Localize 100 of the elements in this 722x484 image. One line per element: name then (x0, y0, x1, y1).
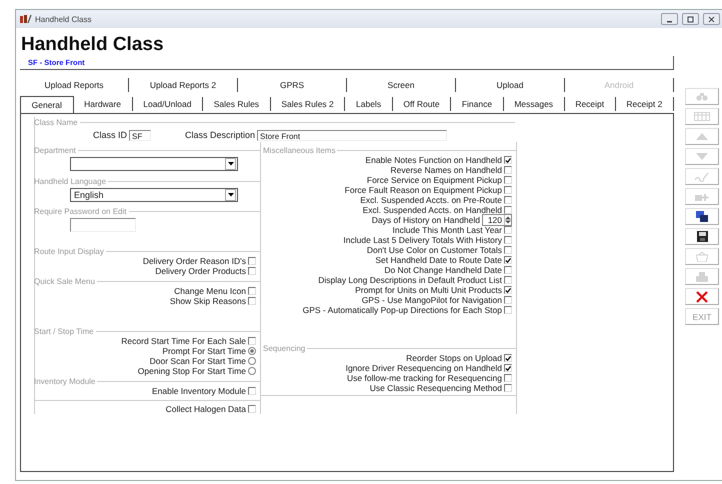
option-label: Door Scan For Start Time (150, 356, 246, 366)
tab[interactable]: GPRS (238, 78, 347, 92)
toolbar-button[interactable] (685, 208, 719, 225)
input-field[interactable]: SF (129, 130, 152, 140)
tab[interactable]: Hardware (74, 96, 133, 110)
checkbox[interactable] (504, 176, 512, 184)
radio-button[interactable] (248, 347, 256, 355)
tab[interactable]: General (20, 96, 74, 113)
toolbar-button[interactable] (685, 228, 719, 245)
group-title: Miscellaneous Items (263, 146, 336, 154)
checkbox[interactable] (248, 405, 256, 413)
checkbox[interactable] (248, 297, 256, 305)
close-button[interactable] (703, 13, 720, 25)
group-title: Handheld Language (34, 176, 108, 186)
dropdown[interactable]: English (70, 188, 238, 202)
printer-icon (696, 272, 708, 282)
input-field[interactable]: Store Front (257, 130, 448, 140)
option-label: Include Last 5 Delivery Totals With History (343, 235, 502, 245)
field-label: Class Description (185, 130, 256, 140)
checkbox[interactable] (504, 276, 512, 284)
number-spinner[interactable]: 120 (482, 214, 512, 226)
tab[interactable]: Upload Reports (20, 78, 129, 92)
checkbox[interactable] (504, 266, 512, 274)
checkbox[interactable] (504, 354, 512, 362)
checkbox[interactable] (504, 246, 512, 254)
checkbox[interactable] (504, 186, 512, 194)
tab[interactable]: Finance (451, 96, 504, 110)
option-label: Opening Stop For Start Time (138, 366, 246, 376)
minimize-button[interactable] (661, 13, 678, 25)
checkbox[interactable] (504, 226, 512, 234)
group-title: Route Input Display (34, 246, 105, 256)
checkbox[interactable] (248, 257, 256, 265)
radio-button[interactable] (248, 367, 256, 375)
group-title: Class Name (34, 118, 79, 126)
checkbox[interactable] (504, 374, 512, 382)
group-title: Department (34, 146, 77, 154)
tab[interactable]: Upload Reports 2 (129, 78, 238, 92)
radio-button[interactable] (248, 357, 256, 365)
checkbox[interactable] (504, 166, 512, 174)
checkbox[interactable] (248, 287, 256, 295)
checkbox[interactable] (504, 206, 512, 214)
basket-icon (696, 252, 708, 262)
option-label: Delivery Order Reason ID's (142, 256, 246, 266)
tab[interactable]: Messages (504, 96, 565, 110)
option-label: Prompt For Start Time (162, 346, 246, 356)
search-icon (696, 92, 708, 101)
checkbox[interactable] (504, 236, 512, 244)
option-label: Show Skip Reasons (170, 296, 246, 306)
option-label: Enable Inventory Module (152, 386, 246, 396)
checkbox[interactable] (248, 267, 256, 275)
caret-icon (228, 162, 234, 166)
option-label: Use Classic Resequencing Method (370, 383, 502, 393)
group-title: Start / Stop Time (34, 326, 95, 336)
down-arrow-icon (696, 153, 708, 160)
option-label: Collect Halogen Data (166, 404, 246, 414)
checkbox[interactable] (504, 256, 512, 264)
option-label: Days of History on Handheld (372, 215, 480, 225)
tab[interactable]: Labels (345, 96, 393, 110)
dropdown[interactable] (70, 157, 238, 171)
close-icon (708, 16, 715, 22)
checkbox[interactable] (248, 337, 256, 345)
app-icon (20, 14, 32, 24)
input-field[interactable] (70, 218, 136, 232)
option-label: Don't Use Color on Customer Totals (366, 245, 502, 255)
tab[interactable]: Load/Unload (132, 96, 204, 110)
up-arrow-icon (696, 133, 708, 140)
tab[interactable]: Upload (456, 78, 565, 92)
checkbox[interactable] (504, 196, 512, 204)
option-label: Display Long Descriptions in Default Product List (318, 275, 502, 285)
option-label: Excl. Suspended Accts. on Handheld (362, 205, 502, 215)
tab[interactable]: Screen (347, 78, 456, 92)
group-title: Quick Sale Menu (34, 276, 96, 286)
signature-icon (695, 172, 709, 182)
checkbox[interactable] (504, 156, 512, 164)
group-title: Sequencing (263, 344, 306, 352)
tab[interactable]: Sales Rules 2 (270, 96, 346, 110)
option-label: Enable Notes Function on Handheld (365, 155, 502, 165)
checkbox[interactable] (504, 286, 512, 294)
table-icon (694, 112, 710, 121)
option-label: Do Not Change Handheld Date (384, 265, 502, 275)
maximize-button[interactable] (682, 13, 699, 25)
tab[interactable]: Receipt (564, 96, 616, 110)
tab[interactable]: Off Route (392, 96, 452, 110)
save-icon (696, 231, 708, 242)
option-label: Force Service on Equipment Pickup (366, 175, 502, 185)
option-label: Set Handheld Date to Route Date (375, 255, 502, 265)
checkbox[interactable] (248, 387, 256, 395)
option-label: Prompt for Units on Multi Unit Products (355, 285, 502, 295)
tab[interactable]: Receipt 2 (616, 96, 674, 110)
option-label: GPS - Automatically Pop-up Directions for Each Stop (302, 305, 502, 315)
tab[interactable]: Sales Rules (203, 96, 271, 110)
checkbox[interactable] (504, 364, 512, 372)
checkbox[interactable] (504, 296, 512, 304)
option-label: Excl. Suspended Accts. on Pre-Route (360, 195, 502, 205)
copy-icon (696, 210, 708, 222)
group-title: Inventory Module (34, 376, 96, 386)
field-label: Class ID (93, 130, 128, 140)
close-icon (696, 290, 708, 302)
checkbox[interactable] (504, 306, 512, 314)
checkbox[interactable] (504, 384, 512, 392)
